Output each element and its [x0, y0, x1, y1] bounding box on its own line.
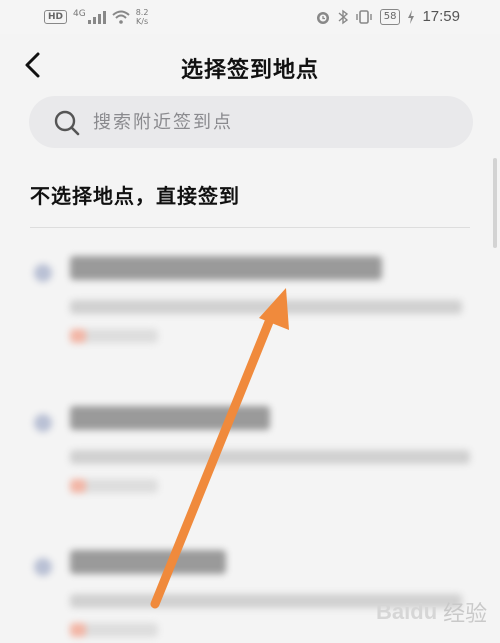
watermark-text: 经验: [443, 602, 488, 627]
orange-arrow-annotation: [150, 288, 289, 609]
watermark-logo: Baidu: [376, 599, 438, 624]
baidu-watermark: Baidu 经验: [376, 596, 487, 628]
